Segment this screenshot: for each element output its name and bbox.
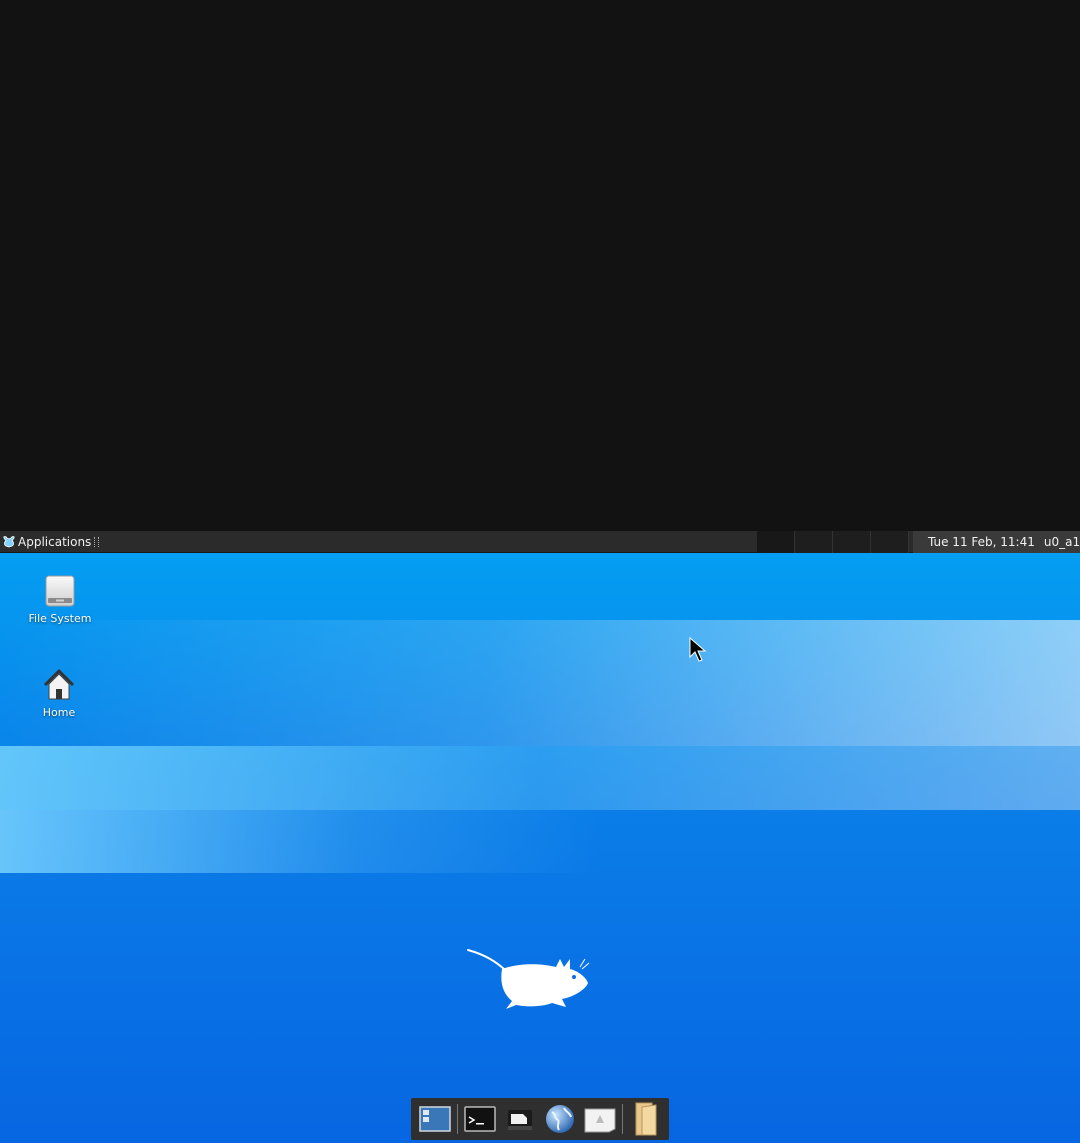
dock-app-finder-button[interactable] <box>583 1102 617 1136</box>
desktop-icon-file-system[interactable]: File System <box>15 573 105 625</box>
blank-screen-area <box>0 0 1080 531</box>
workspace-2[interactable] <box>795 531 833 553</box>
file-manager-icon <box>508 1110 532 1130</box>
workspace-1[interactable] <box>757 531 795 553</box>
xfce-logo-icon <box>3 536 15 548</box>
top-panel: Applications Tue 11 Feb, 11:41 u0_a177 <box>0 531 1080 553</box>
applications-menu-button[interactable]: Applications <box>0 531 103 553</box>
globe-icon <box>546 1105 574 1133</box>
wallpaper-band <box>0 746 1080 810</box>
user-name[interactable]: u0_a177 <box>1044 535 1080 549</box>
workspace-switcher[interactable] <box>757 531 909 553</box>
drive-icon <box>45 575 75 607</box>
app-finder-icon <box>584 1108 616 1133</box>
clock-area[interactable]: Tue 11 Feb, 11:41 u0_a177 <box>913 531 1080 553</box>
home-icon <box>43 669 75 700</box>
mouse-cursor-icon <box>689 637 707 662</box>
dock-folder-button[interactable] <box>628 1102 662 1136</box>
wallpaper-band <box>0 810 600 873</box>
workspace-3[interactable] <box>833 531 871 553</box>
terminal-icon <box>464 1106 496 1132</box>
bottom-dock <box>411 1098 669 1140</box>
dock-terminal-button[interactable] <box>463 1102 497 1136</box>
desktop[interactable]: File System Home <box>0 553 1080 1143</box>
panel-handle-icon[interactable] <box>94 537 100 547</box>
dock-file-manager-button[interactable] <box>503 1102 537 1136</box>
applications-label: Applications <box>18 535 92 549</box>
dock-show-desktop-button[interactable] <box>418 1102 452 1136</box>
folder-icon <box>635 1102 657 1136</box>
dock-web-browser-button[interactable] <box>543 1102 577 1136</box>
desktop-icon-home[interactable]: Home <box>14 667 104 719</box>
dock-separator <box>622 1104 623 1134</box>
xfce-mouse-logo-icon <box>467 949 590 1009</box>
dock-separator <box>457 1104 458 1134</box>
workspace-4[interactable] <box>871 531 909 553</box>
desktop-icon-label: Home <box>42 706 76 719</box>
wallpaper-band <box>0 620 1080 746</box>
desktop-icon <box>419 1106 451 1132</box>
clock-datetime[interactable]: Tue 11 Feb, 11:41 <box>928 535 1035 549</box>
desktop-icon-label: File System <box>28 612 92 625</box>
